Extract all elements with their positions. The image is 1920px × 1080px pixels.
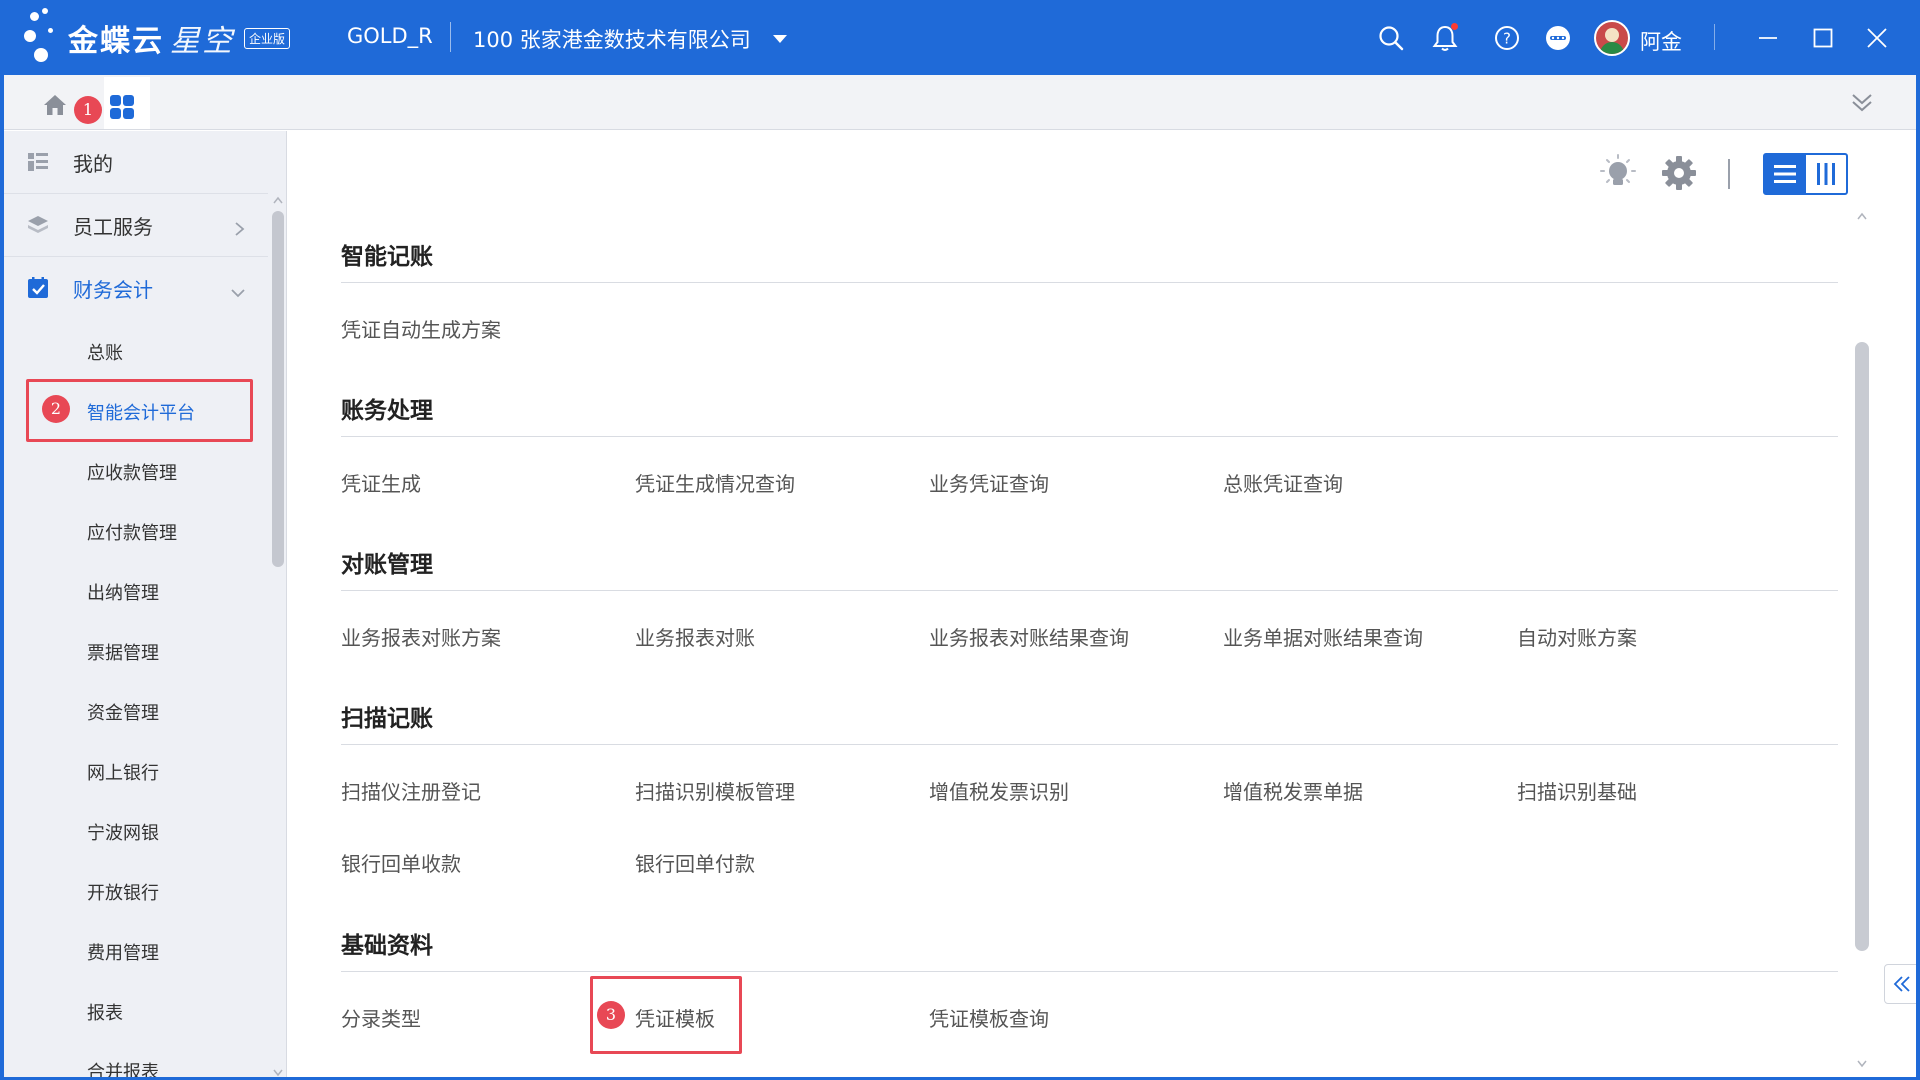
section-title-basic-data: 基础资料	[341, 933, 433, 959]
link-vat-invoice-recognition[interactable]: 增值税发票识别	[929, 776, 1069, 805]
link-report-reconciliation-result-query[interactable]: 业务报表对账结果查询	[929, 622, 1129, 651]
layers-icon	[26, 213, 50, 237]
link-voucher-generation[interactable]: 凭证生成	[341, 468, 421, 497]
link-ledger-voucher-query[interactable]: 总账凭证查询	[1223, 468, 1343, 497]
title-divider	[450, 22, 451, 52]
search-icon[interactable]	[1377, 24, 1405, 52]
column-view-icon[interactable]	[1806, 155, 1847, 193]
link-voucher-auto-generation-scheme[interactable]: 凭证自动生成方案	[341, 314, 501, 343]
link-business-voucher-query[interactable]: 业务凭证查询	[929, 468, 1049, 497]
sidebar-item-label: 员工服务	[73, 214, 153, 239]
user-code[interactable]: GOLD_R	[347, 24, 433, 48]
callout-badge-3: 3	[597, 1001, 625, 1029]
link-bank-receipt-collection[interactable]: 银行回单收款	[341, 848, 461, 877]
section-divider	[341, 590, 1838, 591]
section-divider	[341, 971, 1838, 972]
lightbulb-icon[interactable]	[1598, 153, 1638, 197]
callout-badge-2: 2	[42, 395, 70, 423]
notification-dot	[1451, 23, 1458, 30]
link-scan-recognition-basics[interactable]: 扫描识别基础	[1517, 776, 1637, 805]
sidebar-item-finance-accounting[interactable]: 财务会计	[4, 257, 268, 319]
avatar[interactable]	[1594, 20, 1630, 56]
tab-bar: 1	[4, 75, 1916, 130]
sidebar-subitem-bills[interactable]: 票据管理	[87, 639, 159, 665]
svg-text:?: ?	[1503, 30, 1511, 48]
section-title-reconciliation: 对账管理	[341, 552, 433, 578]
gear-icon[interactable]	[1661, 155, 1697, 195]
link-bank-receipt-payment[interactable]: 银行回单付款	[635, 848, 755, 877]
sidebar-scroll-thumb[interactable]	[272, 211, 284, 567]
close-icon[interactable]	[1863, 24, 1891, 52]
kingdee-logo: 金蝶云 星空 企业版	[24, 8, 291, 68]
sidebar-subitem-general-ledger[interactable]: 总账	[87, 339, 123, 365]
sidebar-subitem-receivables[interactable]: 应收款管理	[87, 459, 177, 485]
link-scanner-registration[interactable]: 扫描仪注册登记	[341, 776, 481, 805]
link-vat-invoice-documents[interactable]: 增值税发票单据	[1223, 776, 1363, 805]
maximize-icon[interactable]	[1809, 24, 1837, 52]
link-voucher-generation-status-query[interactable]: 凭证生成情况查询	[635, 468, 795, 497]
home-icon[interactable]	[42, 93, 68, 121]
organization-selector[interactable]: 100 张家港金数技术有限公司	[473, 24, 751, 54]
bell-icon[interactable]	[1431, 23, 1459, 52]
logo-dots-icon	[24, 8, 68, 68]
link-scan-template-management[interactable]: 扫描识别模板管理	[635, 776, 795, 805]
sidebar-item-mine[interactable]: 我的	[4, 131, 268, 193]
list-icon	[26, 150, 50, 174]
sidebar-item-label: 我的	[73, 151, 113, 176]
sidebar-subitem-cashier[interactable]: 出纳管理	[87, 579, 159, 605]
more-icon[interactable]	[1544, 24, 1572, 52]
tab-apps[interactable]	[104, 77, 150, 129]
title-bar: 金蝶云 星空 企业版 GOLD_R 100 张家港金数技术有限公司 ? 阿金	[0, 0, 1920, 75]
edition-badge: 企业版	[244, 27, 291, 49]
link-document-reconciliation-result-query[interactable]: 业务单据对账结果查询	[1223, 622, 1423, 651]
link-report-reconciliation[interactable]: 业务报表对账	[635, 622, 755, 651]
main-scroll-thumb[interactable]	[1855, 342, 1869, 951]
link-auto-reconciliation-scheme[interactable]: 自动对账方案	[1517, 622, 1637, 651]
scroll-down-icon[interactable]	[1856, 1059, 1868, 1069]
link-report-reconciliation-scheme[interactable]: 业务报表对账方案	[341, 622, 501, 651]
window-border-left	[0, 75, 4, 1080]
sidebar-subitem-open-bank[interactable]: 开放银行	[87, 879, 159, 905]
chevron-down-icon	[230, 281, 246, 305]
window-border-right	[1916, 75, 1920, 1080]
main-content: 智能记账 凭证自动生成方案 账务处理 凭证生成 凭证生成情况查询 业务凭证查询 …	[288, 131, 1916, 1080]
sidebar-item-employee-services[interactable]: 员工服务	[4, 194, 268, 256]
window-controls-divider	[1714, 24, 1715, 50]
chevron-right-icon	[232, 218, 246, 242]
double-chevron-down-icon[interactable]	[1849, 89, 1875, 119]
sidebar-subitem-online-bank[interactable]: 网上银行	[87, 759, 159, 785]
brand-name: 金蝶云 星空	[68, 24, 234, 59]
sidebar-subitem-ningbo-bank[interactable]: 宁波网银	[87, 819, 159, 845]
section-title-smart-bookkeeping: 智能记账	[341, 244, 433, 270]
callout-badge-1: 1	[74, 96, 102, 124]
minimize-icon[interactable]	[1754, 24, 1782, 52]
view-toggle[interactable]	[1763, 153, 1848, 195]
section-divider	[341, 436, 1838, 437]
link-entry-type[interactable]: 分录类型	[341, 1003, 421, 1032]
org-dropdown-caret-icon[interactable]	[773, 35, 787, 43]
username[interactable]: 阿金	[1640, 26, 1682, 56]
section-divider	[341, 744, 1838, 745]
sidebar-item-label: 财务会计	[73, 277, 153, 302]
toolbar-divider	[1728, 159, 1730, 189]
scroll-up-icon[interactable]	[1856, 211, 1868, 221]
check-calendar-icon	[26, 276, 50, 300]
sidebar-subitem-expenses[interactable]: 费用管理	[87, 939, 159, 965]
sidebar-subitem-funds[interactable]: 资金管理	[87, 699, 159, 725]
section-title-accounting-processing: 账务处理	[341, 398, 433, 424]
double-chevron-left-icon[interactable]	[1884, 964, 1920, 1004]
link-voucher-template-query[interactable]: 凭证模板查询	[929, 1003, 1049, 1032]
sidebar: 我的 员工服务 财务会计 总账 智能会计平台 应收款管理 应付款管理 出纳管理 …	[4, 131, 287, 1080]
scroll-up-icon[interactable]	[272, 195, 284, 205]
sidebar-subitem-reports[interactable]: 报表	[87, 999, 123, 1025]
section-divider	[341, 282, 1838, 283]
sidebar-subitem-payables[interactable]: 应付款管理	[87, 519, 177, 545]
section-title-scan-bookkeeping: 扫描记账	[341, 706, 433, 732]
list-view-icon[interactable]	[1765, 155, 1806, 193]
help-icon[interactable]: ?	[1493, 24, 1521, 52]
apps-grid-icon	[110, 95, 134, 119]
